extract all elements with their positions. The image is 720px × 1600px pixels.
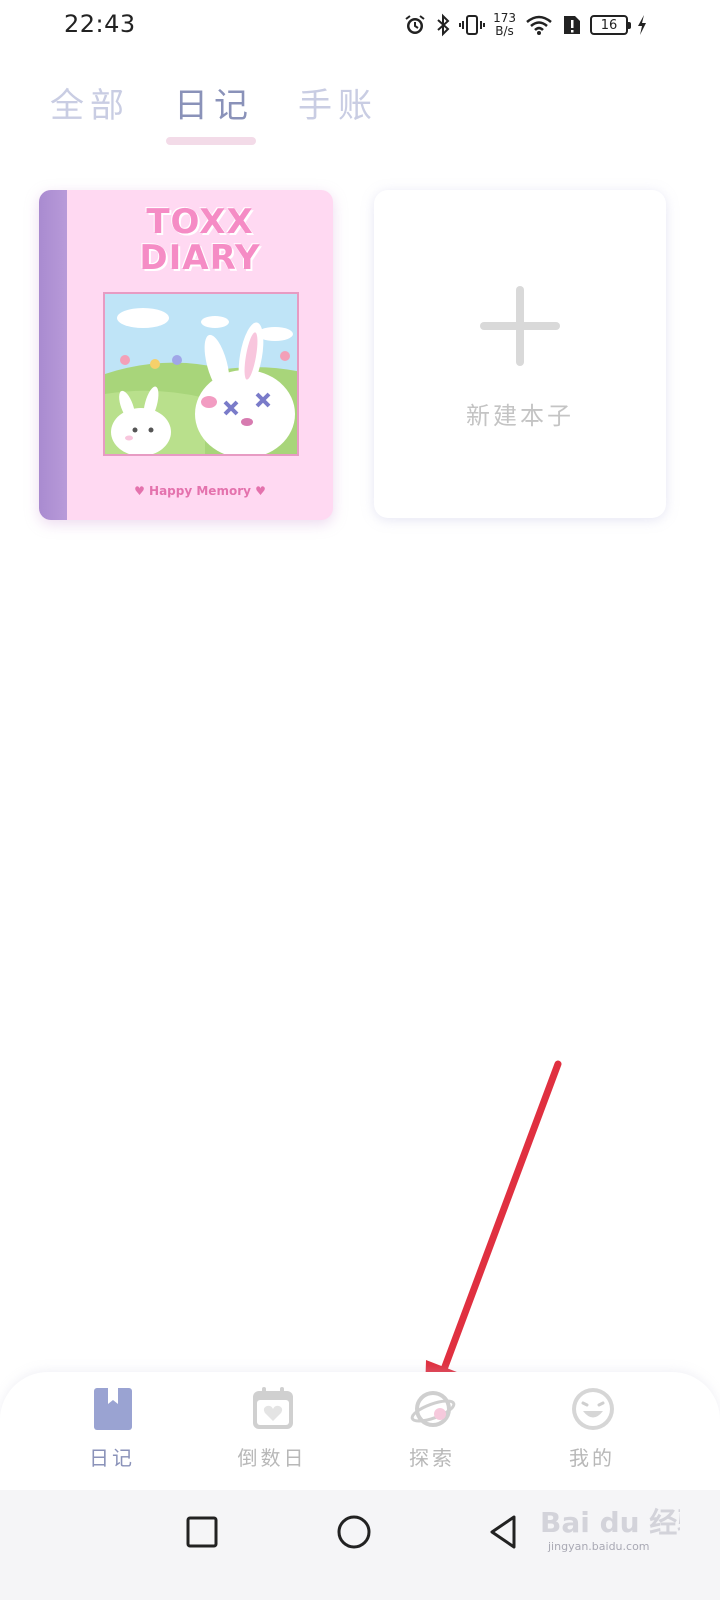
bookmark-book-icon [90, 1386, 136, 1432]
nav-item-countdown[interactable]: 倒数日 [212, 1386, 332, 1482]
battery-level: 16 [600, 17, 618, 33]
tab-all[interactable]: 全部 [50, 78, 130, 127]
nav-label-countdown: 倒数日 [237, 1446, 307, 1470]
new-notebook-label: 新建本子 [466, 402, 574, 430]
sim-alert-icon [562, 13, 582, 37]
plus-icon [480, 286, 560, 366]
notebook-spine [39, 190, 67, 520]
bluetooth-icon [435, 13, 451, 37]
vibrate-icon [459, 13, 486, 37]
tab-diary[interactable]: 日记 [166, 78, 256, 145]
recent-apps-icon[interactable] [184, 1514, 224, 1554]
watermark-brand: Bai du 经验 [540, 1506, 680, 1539]
wifi-icon [524, 13, 554, 37]
tab-handbook[interactable]: 手账 [298, 78, 378, 127]
calendar-heart-icon [250, 1386, 296, 1432]
back-icon[interactable] [484, 1512, 524, 1552]
network-speed: 173 B/s [493, 12, 516, 38]
notebook-cover-title: TOXX DIARY [67, 204, 333, 276]
nav-label-explore: 探索 [409, 1446, 455, 1470]
tab-active-indicator [166, 137, 256, 145]
bottom-navigation: 日记 倒数日 探索 我的 [0, 1372, 720, 1490]
nav-item-explore[interactable]: 探索 [372, 1386, 492, 1482]
watermark-url: jingyan.baidu.com [548, 1540, 650, 1553]
status-icons: 173 B/s 16 [403, 8, 648, 42]
nav-item-mine[interactable]: 我的 [532, 1386, 652, 1482]
cover-title-line2: DIARY [139, 238, 261, 278]
battery-icon: 16 [590, 15, 631, 35]
home-icon[interactable] [334, 1512, 374, 1552]
cover-illustration-bunnies [103, 292, 299, 456]
status-bar: 22:43 173 B/s 16 [0, 0, 720, 52]
status-time: 22:43 [64, 10, 136, 38]
category-tabs: 全部 日记 手账 [50, 78, 378, 145]
notebook-card-toxx-diary[interactable]: TOXX DIARY ♥ Happy Memory ♥ [39, 190, 333, 520]
nav-label-mine: 我的 [569, 1446, 615, 1470]
cover-title-line1: TOXX [146, 202, 254, 242]
planet-icon [410, 1386, 456, 1432]
notebook-cover-footer: ♥ Happy Memory ♥ [134, 484, 266, 498]
charging-icon [636, 13, 648, 37]
new-notebook-button[interactable]: 新建本子 [374, 190, 666, 518]
smiley-face-icon [570, 1386, 616, 1432]
tab-diary-label: 日记 [174, 86, 254, 126]
nav-label-diary: 日记 [89, 1446, 135, 1470]
nav-item-diary[interactable]: 日记 [52, 1386, 172, 1482]
alarm-icon [403, 13, 427, 37]
net-speed-unit: B/s [495, 24, 514, 38]
